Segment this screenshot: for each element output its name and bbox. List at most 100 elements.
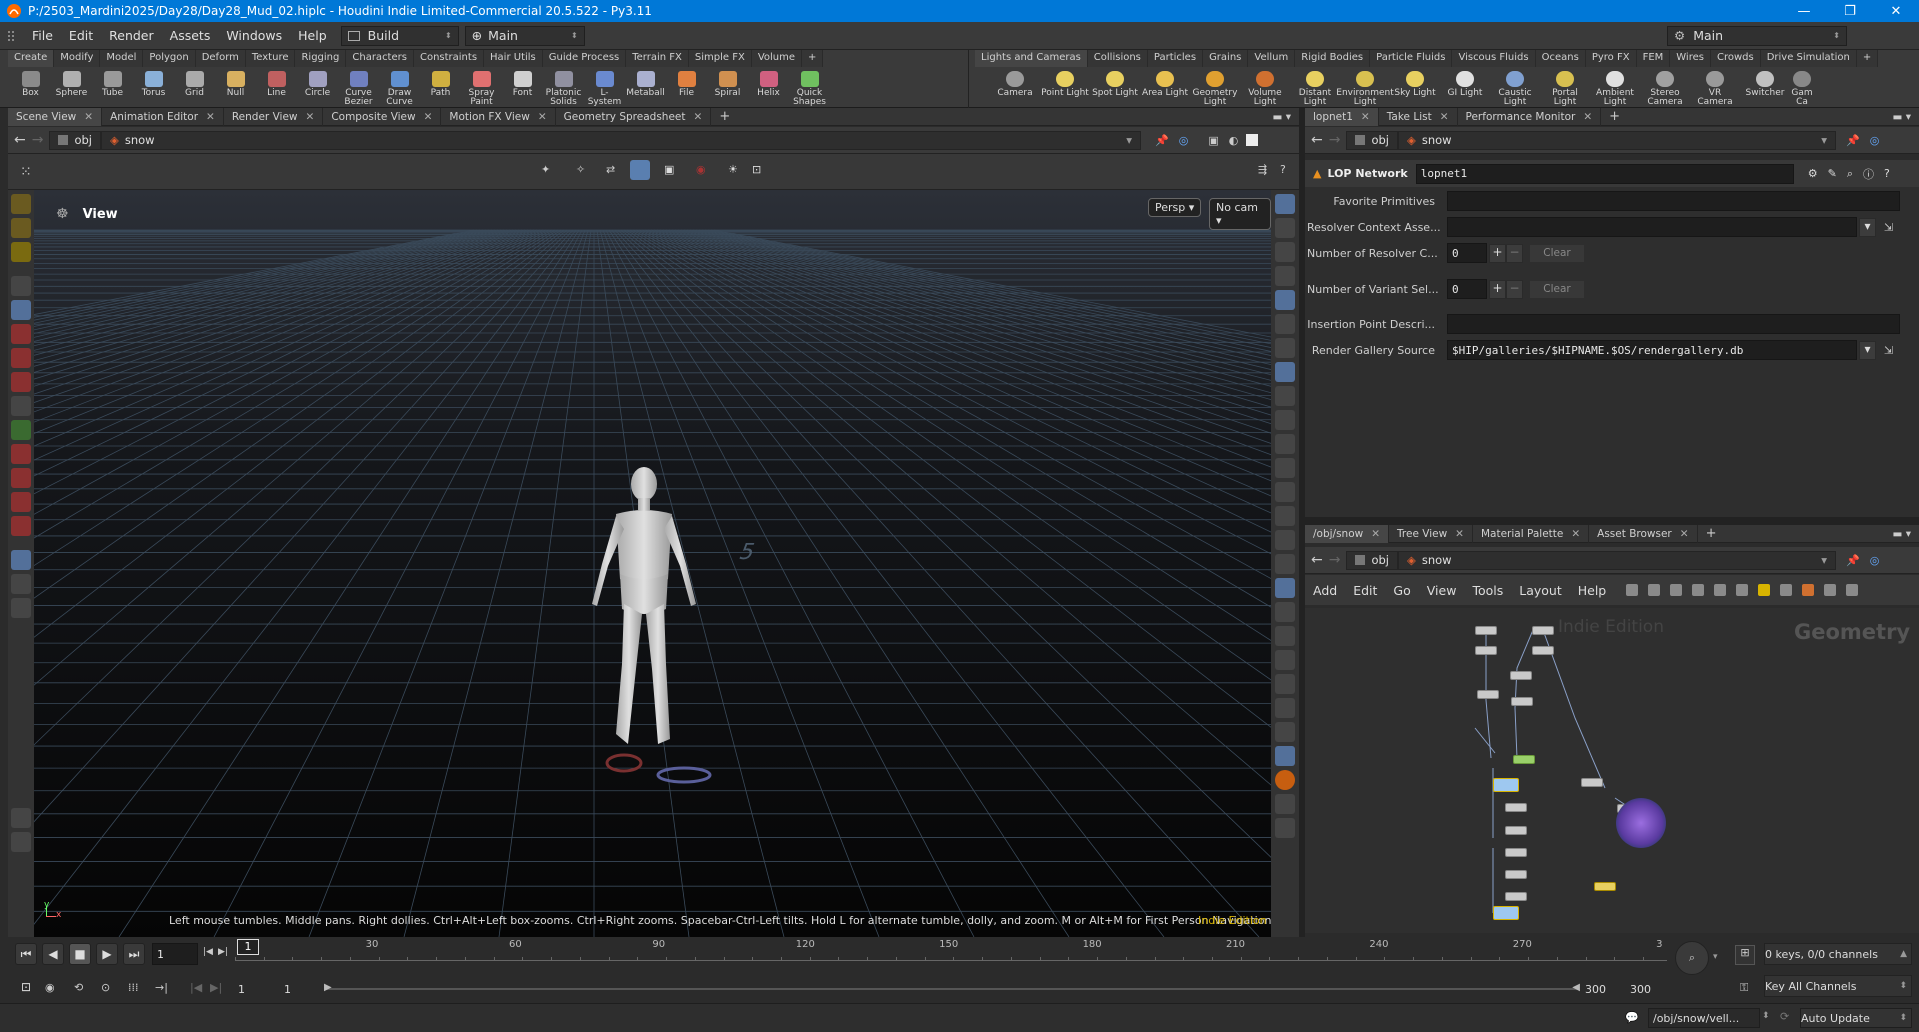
- shelf-tab[interactable]: Modify: [54, 50, 101, 67]
- close-tab-icon[interactable]: ✕: [424, 111, 433, 123]
- range-handle-left[interactable]: ▶: [324, 982, 332, 993]
- network-node[interactable]: [1475, 646, 1497, 655]
- shelf-tool-distant-light[interactable]: Distant Light: [1290, 68, 1340, 108]
- network-node[interactable]: [1475, 626, 1497, 635]
- network-node-subnet[interactable]: [1493, 906, 1519, 920]
- menu-assets[interactable]: Assets: [162, 28, 219, 43]
- display-icon[interactable]: [1275, 194, 1295, 214]
- add-tab-icon[interactable]: +: [719, 109, 730, 124]
- pose-icon[interactable]: [11, 420, 31, 440]
- shelf-tool-sphere[interactable]: Sphere: [51, 68, 92, 108]
- tools-icon[interactable]: [1275, 674, 1295, 694]
- audio-scrub-button[interactable]: ⌕: [1675, 941, 1709, 975]
- close-tab-icon[interactable]: ✕: [306, 111, 315, 123]
- play-reverse-button[interactable]: ◀: [42, 943, 64, 965]
- pane-menu-icon[interactable]: ▬ ▾: [1272, 111, 1291, 123]
- pointer-icon[interactable]: [11, 276, 31, 296]
- tab-obj-snow[interactable]: /obj/snow ✕: [1305, 524, 1390, 543]
- pane-menu-icon[interactable]: ▬ ▾: [1892, 528, 1911, 540]
- network-menu-layout[interactable]: Layout: [1511, 583, 1570, 598]
- network-menu-edit[interactable]: Edit: [1345, 583, 1385, 598]
- shelf-tab[interactable]: Particles: [1147, 50, 1204, 67]
- shelf-tool-tube[interactable]: Tube: [92, 68, 133, 108]
- back-arrow-icon[interactable]: ←: [14, 132, 26, 148]
- network-node[interactable]: [1505, 892, 1527, 901]
- network-node[interactable]: [1532, 626, 1554, 635]
- stop-button[interactable]: ■: [69, 943, 91, 965]
- audio-icon[interactable]: ◉: [45, 981, 55, 994]
- tab-geometry-spreadsheet[interactable]: Geometry Spreadsheet ✕: [556, 107, 712, 126]
- hand-icon[interactable]: [1275, 530, 1295, 550]
- network-path-node[interactable]: ◈ snow ▾: [1398, 550, 1836, 570]
- refresh-icon[interactable]: ⟳: [1780, 1010, 1789, 1023]
- shelf-tool-spot-light[interactable]: Spot Light: [1090, 68, 1140, 108]
- shelf-tab[interactable]: Crowds: [1710, 50, 1761, 67]
- texture-icon[interactable]: [1275, 602, 1295, 622]
- back-arrow-icon[interactable]: ←: [1311, 132, 1323, 148]
- link-icon[interactable]: ◎: [1179, 134, 1189, 147]
- bulb2-icon[interactable]: [1275, 338, 1295, 358]
- warning-icon[interactable]: [1275, 770, 1295, 790]
- step-forward-icon[interactable]: ▶|: [218, 947, 228, 957]
- grid-dots-icon[interactable]: ⁙: [20, 164, 32, 180]
- plus-button[interactable]: +: [1489, 243, 1506, 263]
- shelf-tab[interactable]: Create: [8, 50, 55, 67]
- network-node[interactable]: [1505, 848, 1527, 857]
- network-path-root[interactable]: obj: [1346, 550, 1398, 570]
- shelf-tab[interactable]: Guide Process: [542, 50, 627, 67]
- bulb-icon[interactable]: [1275, 314, 1295, 334]
- shelf-tool-portal-light[interactable]: Portal Light: [1540, 68, 1590, 108]
- network-menu-help[interactable]: Help: [1570, 583, 1615, 598]
- magnet-2-icon[interactable]: [11, 492, 31, 512]
- paint-tool-icon[interactable]: [11, 194, 31, 214]
- magnet-1-icon[interactable]: [11, 468, 31, 488]
- close-tab-icon[interactable]: ✕: [84, 111, 93, 123]
- close-button[interactable]: ✕: [1873, 4, 1919, 19]
- shelf-tool-spray-paint[interactable]: Spray Paint: [461, 68, 502, 108]
- move-tool-icon[interactable]: ✧: [576, 163, 585, 176]
- network-editor[interactable]: Indie Edition Geometry: [1305, 608, 1919, 933]
- wrench-icon[interactable]: [1626, 584, 1639, 596]
- shelf-tab[interactable]: Vellum: [1248, 50, 1296, 67]
- range-start-2[interactable]: 1: [284, 983, 291, 996]
- shelf-tab[interactable]: Hair Utils: [484, 50, 543, 67]
- num-resolver-field[interactable]: 0: [1447, 243, 1487, 263]
- network-node-active[interactable]: [1513, 755, 1535, 764]
- playhead[interactable]: 1: [237, 939, 259, 955]
- camera-view-icon[interactable]: [11, 550, 31, 570]
- translate-icon[interactable]: [11, 324, 31, 344]
- image-icon[interactable]: [1780, 584, 1793, 596]
- shelf-tab[interactable]: Pyro FX: [1585, 50, 1637, 67]
- path-root[interactable]: obj: [49, 130, 101, 150]
- help-icon[interactable]: ?: [1280, 163, 1286, 176]
- network-menu-go[interactable]: Go: [1385, 583, 1418, 598]
- box-view-icon[interactable]: [1275, 698, 1295, 718]
- render-gallery-field[interactable]: $HIP/galleries/$HIPNAME.$OS/rendergaller…: [1447, 340, 1857, 360]
- persp-button[interactable]: Persp ▾: [1148, 198, 1202, 217]
- number-icon[interactable]: [1275, 506, 1295, 526]
- resolver-context-field[interactable]: [1447, 217, 1857, 237]
- forward-arrow-icon[interactable]: →: [1329, 552, 1341, 568]
- shelf-tool-file[interactable]: File: [666, 68, 707, 108]
- points-icon[interactable]: [1275, 410, 1295, 430]
- desktop-dropdown[interactable]: Build ⬍: [340, 25, 459, 46]
- next-key-icon[interactable]: ▶|: [210, 981, 222, 994]
- shelf-tab[interactable]: Collisions: [1087, 50, 1148, 67]
- dropdown-arrow-icon[interactable]: ▾: [1713, 952, 1718, 962]
- menu-windows[interactable]: Windows: [218, 28, 290, 43]
- network-node[interactable]: [1505, 870, 1527, 879]
- shelf-tool-torus[interactable]: Torus: [133, 68, 174, 108]
- highlight-icon[interactable]: [11, 242, 31, 262]
- tab-take-list[interactable]: Take List ✕: [1379, 107, 1458, 126]
- inspect-icon[interactable]: [11, 808, 31, 828]
- shelf-tab[interactable]: FEM: [1636, 50, 1671, 67]
- screen-icon[interactable]: [1736, 584, 1749, 596]
- shelf-tool-geometry-light[interactable]: Geometry Light: [1190, 68, 1240, 108]
- vector-icon[interactable]: [1275, 458, 1295, 478]
- shelf-tool-sky-light[interactable]: Sky Light: [1390, 68, 1440, 108]
- shelf-tool-stereo-camera[interactable]: Stereo Camera: [1640, 68, 1690, 108]
- notes-icon[interactable]: [1758, 584, 1771, 596]
- shelf-tab[interactable]: Model: [100, 50, 144, 67]
- link-icon[interactable]: ◎: [1870, 134, 1880, 147]
- solver-node[interactable]: [1616, 798, 1666, 848]
